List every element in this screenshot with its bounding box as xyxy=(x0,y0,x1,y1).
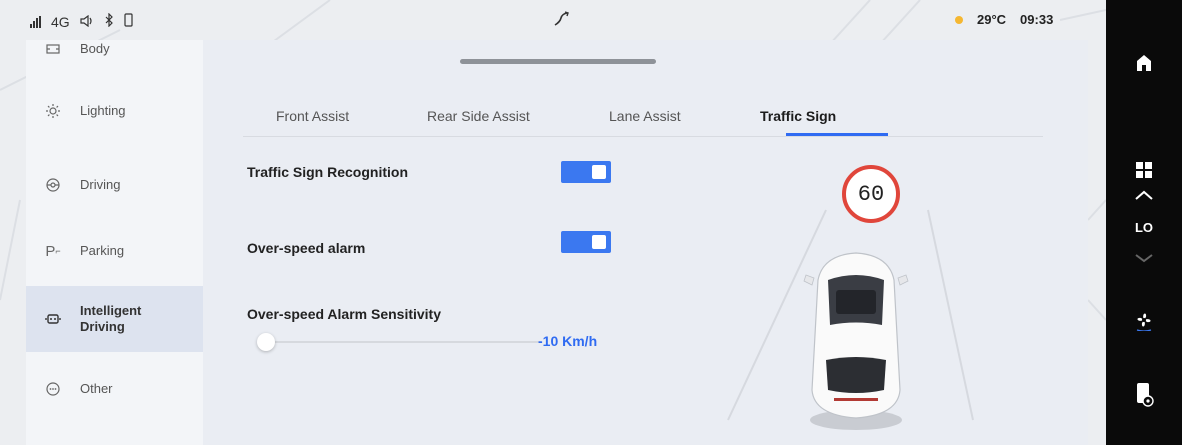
climate-temperature-label: LO xyxy=(1134,219,1154,235)
sidebar-item-label: Other xyxy=(80,381,113,396)
climate-temperature: LO xyxy=(1106,217,1182,237)
sidebar-item-label: Body xyxy=(80,41,110,56)
network-label: 4G xyxy=(51,13,70,30)
vehicle-settings-icon[interactable] xyxy=(1106,375,1182,415)
settings-panel: Front Assist Rear Side Assist Lane Assis… xyxy=(203,40,1088,445)
over-speed-alarm-toggle[interactable] xyxy=(561,231,611,253)
sidebar-item-body[interactable]: Body xyxy=(26,30,203,68)
driving-icon xyxy=(26,177,80,193)
volume-icon xyxy=(80,14,94,30)
traffic-sign-illustration: 60 xyxy=(708,150,988,440)
clock: 09:33 xyxy=(1020,12,1054,27)
sensitivity-value: -10 Km/h xyxy=(538,333,598,349)
tab-front-assist[interactable]: Front Assist xyxy=(276,108,349,124)
traffic-sign-recognition-toggle[interactable] xyxy=(561,161,611,183)
tab-lane-assist[interactable]: Lane Assist xyxy=(609,108,681,124)
car-icon xyxy=(803,252,909,430)
sidebar-item-driving[interactable]: Driving xyxy=(26,152,203,218)
drag-handle[interactable] xyxy=(460,59,656,64)
sensitivity-slider-track[interactable] xyxy=(265,341,541,343)
tab-traffic-sign[interactable]: Traffic Sign xyxy=(760,108,836,124)
toggle-knob xyxy=(592,165,606,179)
sidebar-item-parking[interactable]: P ⌐ Parking xyxy=(26,218,203,284)
fan-icon[interactable] xyxy=(1106,300,1182,340)
weather-icon xyxy=(955,15,963,24)
body-icon xyxy=(26,43,80,55)
toggle-knob xyxy=(592,235,606,249)
sensitivity-slider-handle[interactable] xyxy=(257,333,275,351)
speed-limit-sign: 60 xyxy=(842,165,900,223)
lighting-icon xyxy=(26,103,80,119)
system-dock: LO xyxy=(1106,0,1182,445)
sidebar-item-other[interactable]: Other xyxy=(26,356,203,422)
sidebar-item-label: Parking xyxy=(80,243,125,258)
sidebar-item-label: Intelligent Driving xyxy=(80,303,142,334)
sidebar-item-intelligent-driving[interactable]: Intelligent Driving xyxy=(26,286,203,352)
other-icon xyxy=(26,381,80,397)
tab-rear-side-assist[interactable]: Rear Side Assist xyxy=(427,108,530,124)
over-speed-alarm-label: Over-speed alarm xyxy=(247,240,366,256)
temperature-down-icon[interactable] xyxy=(1106,248,1182,268)
phone-icon xyxy=(124,13,133,30)
sidebar-item-label: Driving xyxy=(80,177,121,192)
route-icon[interactable] xyxy=(552,10,572,33)
sidebar-item-lighting[interactable]: Lighting xyxy=(26,78,203,144)
bluetooth-icon xyxy=(104,12,114,30)
intelligent-driving-icon xyxy=(26,312,80,326)
active-tab-indicator xyxy=(786,133,888,136)
settings-sidebar: Body Lighting Driving P ⌐ Parking Intelli… xyxy=(26,40,203,445)
temperature-up-icon[interactable] xyxy=(1106,185,1182,205)
parking-icon: P ⌐ xyxy=(45,242,61,260)
traffic-sign-recognition-label: Traffic Sign Recognition xyxy=(247,164,409,180)
apps-grid-icon[interactable] xyxy=(1106,155,1182,185)
temperature: 29°C xyxy=(977,12,1007,27)
home-icon[interactable] xyxy=(1106,48,1182,78)
tab-bar: Front Assist Rear Side Assist Lane Assis… xyxy=(243,102,1043,137)
signal-icon xyxy=(30,15,41,28)
sensitivity-label: Over-speed Alarm Sensitivity xyxy=(247,306,442,322)
sidebar-item-label: Lighting xyxy=(80,103,126,118)
